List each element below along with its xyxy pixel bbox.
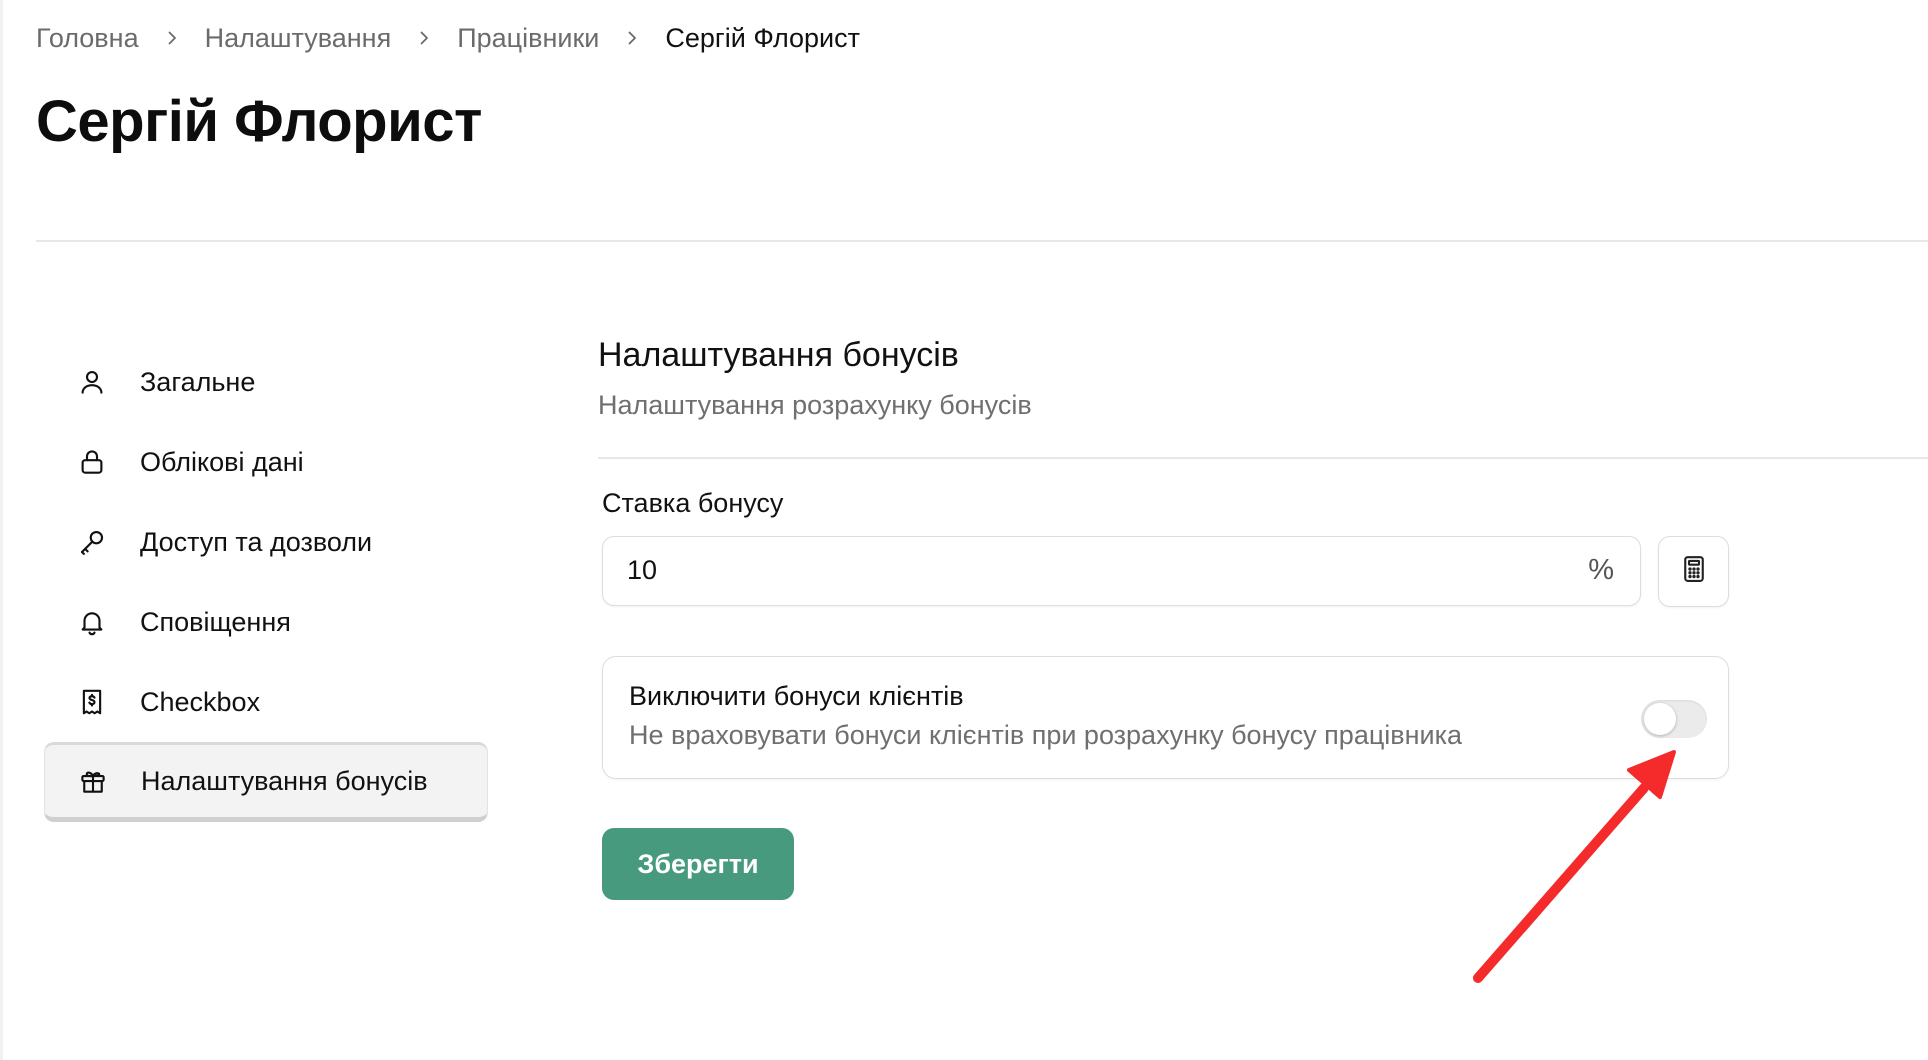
sidebar-item-checkbox[interactable]: Checkbox — [44, 662, 488, 742]
settings-sidebar: Загальне Облікові дані Доступ та дозволи — [44, 342, 488, 822]
breadcrumb-employees[interactable]: Працівники — [457, 23, 599, 54]
sidebar-item-bonus-settings[interactable]: Налаштування бонусів — [44, 742, 488, 822]
gift-icon — [77, 765, 109, 797]
chevron-right-icon — [391, 18, 457, 58]
exclude-client-bonuses-title: Виключити бонуси клієнтів — [629, 681, 964, 711]
sidebar-item-general[interactable]: Загальне — [44, 342, 488, 422]
sidebar-item-label: Checkbox — [140, 686, 261, 717]
sidebar-item-notifications[interactable]: Сповіщення — [44, 582, 488, 662]
bonus-rate-label: Ставка бонусу — [602, 488, 784, 518]
chevron-right-icon — [139, 18, 205, 58]
percent-suffix: % — [1588, 554, 1614, 586]
sidebar-item-label: Доступ та дозволи — [140, 526, 373, 557]
bonus-rate-field: % — [602, 536, 1641, 606]
calculator-button[interactable] — [1658, 536, 1729, 607]
receipt-icon — [76, 686, 108, 718]
sidebar-item-label: Сповіщення — [140, 606, 291, 637]
sidebar-item-credentials[interactable]: Облікові дані — [44, 422, 488, 502]
calculator-icon — [1679, 554, 1709, 589]
exclude-client-bonuses-card: Виключити бонуси клієнтів Не враховувати… — [602, 656, 1729, 779]
lock-icon — [76, 446, 108, 478]
toggle-knob — [1644, 703, 1676, 735]
save-button[interactable]: Зберегти — [602, 828, 794, 900]
breadcrumb-home[interactable]: Головна — [36, 23, 139, 54]
sidebar-item-label: Загальне — [140, 366, 256, 397]
sidebar-item-label: Налаштування бонусів — [141, 765, 428, 796]
breadcrumb-settings[interactable]: Налаштування — [205, 23, 392, 54]
section-title: Налаштування бонусів — [598, 336, 959, 374]
key-icon — [76, 526, 108, 558]
left-edge-border — [0, 0, 3, 1060]
exclude-client-bonuses-toggle[interactable] — [1641, 700, 1707, 738]
page-title: Сергій Флорист — [36, 89, 482, 154]
bell-icon — [76, 606, 108, 638]
exclude-client-bonuses-description: Не враховувати бонуси клієнтів при розра… — [629, 720, 1463, 750]
sidebar-item-access[interactable]: Доступ та дозволи — [44, 502, 488, 582]
section-subtitle: Налаштування розрахунку бонусів — [598, 390, 1032, 420]
breadcrumb: Головна Налаштування Працівники Сергій Ф… — [36, 18, 860, 58]
chevron-right-icon — [599, 18, 665, 58]
sidebar-item-label: Облікові дані — [140, 446, 304, 477]
user-icon — [76, 366, 108, 398]
breadcrumb-current: Сергій Флорист — [665, 22, 860, 53]
section-divider — [598, 457, 1928, 459]
header-divider — [36, 240, 1928, 242]
bonus-rate-input[interactable] — [627, 537, 1527, 603]
